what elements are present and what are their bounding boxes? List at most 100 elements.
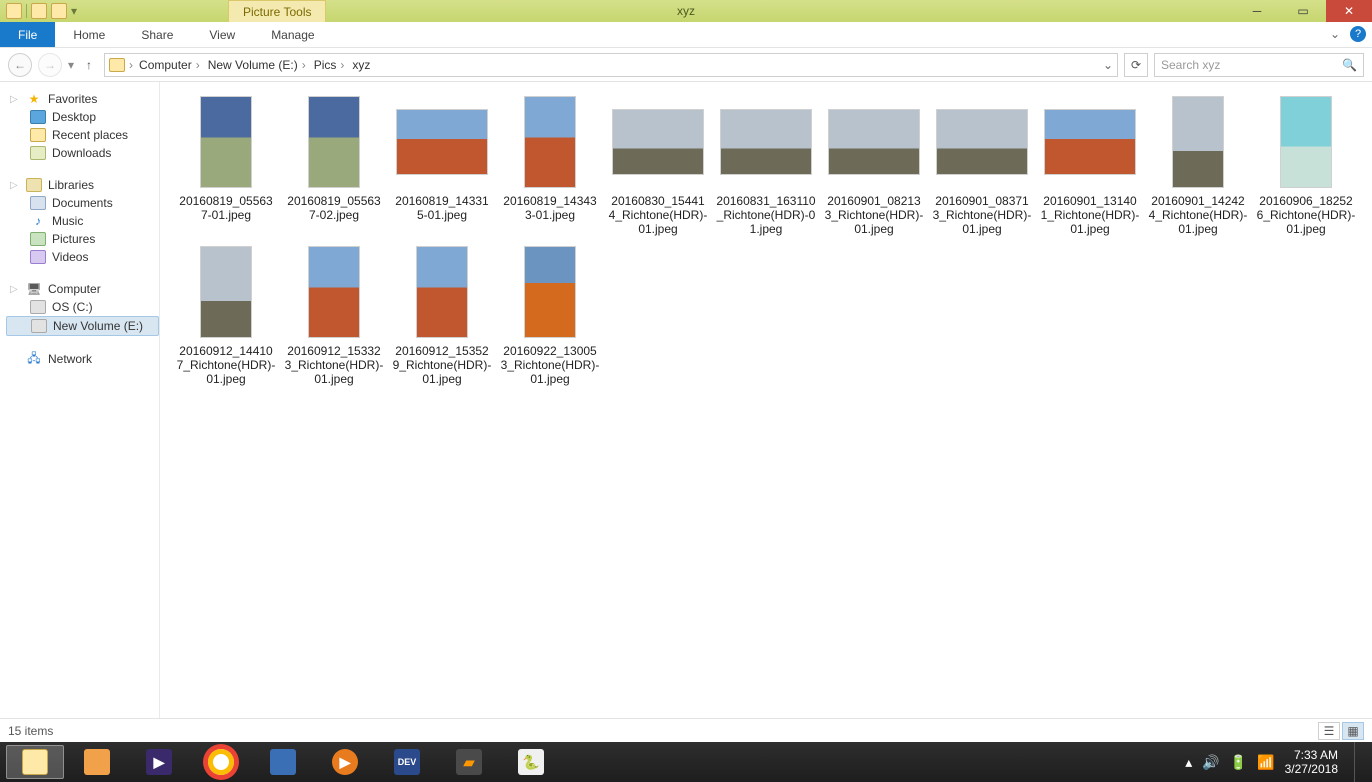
battery-icon[interactable]: 🔋 (1230, 754, 1247, 771)
sidebar-item-pictures[interactable]: Pictures (6, 230, 159, 248)
file-item[interactable]: 20160819_143315-01.jpeg (388, 94, 496, 236)
taskbar-sublime[interactable]: ▰ (440, 745, 498, 779)
ribbon-expand-icon[interactable]: ⌄ (1330, 27, 1340, 41)
file-item[interactable]: 20160819_143433-01.jpeg (496, 94, 604, 236)
nav-forward-button[interactable]: → (38, 53, 62, 77)
file-item[interactable]: 20160912_144107_Richtone(HDR)-01.jpeg (172, 244, 280, 386)
sidebar-group-network[interactable]: ▷🖧Network (6, 350, 159, 368)
nav-back-button[interactable]: ← (8, 53, 32, 77)
file-name: 20160819_055637-02.jpeg (280, 194, 388, 222)
help-icon[interactable]: ? (1350, 26, 1366, 42)
sidebar-item-recent[interactable]: Recent places (6, 126, 159, 144)
taskbar-python[interactable]: 🐍 (502, 745, 560, 779)
volume-icon[interactable]: 🔊 (1202, 754, 1219, 771)
folder-icon[interactable] (6, 3, 22, 19)
file-item[interactable]: 20160901_082133_Richtone(HDR)-01.jpeg (820, 94, 928, 236)
sidebar-group-computer[interactable]: ▷🖥Computer (6, 280, 159, 298)
maximize-button[interactable]: ▭ (1280, 0, 1326, 22)
file-name: 20160831_163110_Richtone(HDR)-01.jpeg (712, 194, 820, 236)
tab-view[interactable]: View (191, 22, 253, 47)
sidebar-item-drive-c[interactable]: OS (C:) (6, 298, 159, 316)
close-button[interactable]: ✕ (1326, 0, 1372, 22)
breadcrumb[interactable]: xyz (350, 58, 372, 72)
wifi-icon[interactable]: 📶 (1257, 754, 1274, 771)
file-thumbnail (178, 244, 274, 340)
properties-icon[interactable] (31, 3, 47, 19)
file-thumbnail (286, 244, 382, 340)
nav-up-button[interactable]: ↑ (80, 58, 98, 72)
item-count: 15 items (8, 724, 53, 738)
sidebar-group-libraries[interactable]: ▷Libraries (6, 176, 159, 194)
separator (26, 4, 27, 18)
file-thumbnail (1258, 94, 1354, 190)
refresh-button[interactable]: ⟳ (1124, 53, 1148, 77)
sidebar-item-documents[interactable]: Documents (6, 194, 159, 212)
taskbar-wmp[interactable]: ▶ (316, 745, 374, 779)
file-thumbnail (502, 94, 598, 190)
file-name: 20160912_144107_Richtone(HDR)-01.jpeg (172, 344, 280, 386)
file-item[interactable]: 20160912_153529_Richtone(HDR)-01.jpeg (388, 244, 496, 386)
taskbar-chrome[interactable] (192, 745, 250, 779)
drive-icon (31, 319, 47, 333)
search-box[interactable]: 🔍 (1154, 53, 1364, 77)
file-item[interactable]: 20160830_154414_Richtone(HDR)-01.jpeg (604, 94, 712, 236)
file-item[interactable]: 20160912_153323_Richtone(HDR)-01.jpeg (280, 244, 388, 386)
tab-manage[interactable]: Manage (253, 22, 332, 47)
tab-home[interactable]: Home (55, 22, 123, 47)
pictures-icon (30, 232, 46, 246)
system-tray: ▴ 🔊 🔋 📶 7:33 AM 3/27/2018 (1185, 742, 1366, 782)
tray-overflow-icon[interactable]: ▴ (1185, 754, 1192, 771)
file-grid: 20160819_055637-01.jpeg20160819_055637-0… (172, 94, 1364, 386)
view-details-button[interactable]: ☰ (1318, 722, 1340, 740)
new-folder-icon[interactable] (51, 3, 67, 19)
libraries-icon (26, 178, 42, 192)
file-item[interactable]: 20160831_163110_Richtone(HDR)-01.jpeg (712, 94, 820, 236)
file-item[interactable]: 20160922_130053_Richtone(HDR)-01.jpeg (496, 244, 604, 386)
file-item[interactable]: 20160819_055637-01.jpeg (172, 94, 280, 236)
history-dropdown-icon[interactable]: ▾ (68, 58, 74, 72)
sidebar-item-drive-e[interactable]: New Volume (E:) (6, 316, 159, 336)
taskbar-devcpp[interactable]: DEV (378, 745, 436, 779)
taskbar-media-player[interactable]: ▶ (130, 745, 188, 779)
taskbar-calculator[interactable] (254, 745, 312, 779)
tab-share[interactable]: Share (123, 22, 191, 47)
file-item[interactable]: 20160901_131401_Richtone(HDR)-01.jpeg (1036, 94, 1144, 236)
show-desktop-button[interactable] (1354, 742, 1362, 782)
window-title: xyz (677, 4, 695, 18)
file-thumbnail (718, 94, 814, 190)
address-dropdown-icon[interactable]: ⌄ (1103, 58, 1113, 72)
search-input[interactable] (1161, 58, 1342, 72)
drive-icon (30, 300, 46, 314)
sidebar-item-desktop[interactable]: Desktop (6, 108, 159, 126)
view-large-icons-button[interactable]: ▦ (1342, 722, 1364, 740)
window-controls: ─ ▭ ✕ (1234, 0, 1372, 22)
file-item[interactable]: 20160901_142424_Richtone(HDR)-01.jpeg (1144, 94, 1252, 236)
file-pane[interactable]: 20160819_055637-01.jpeg20160819_055637-0… (160, 82, 1372, 718)
sidebar-group-favorites[interactable]: ▷★Favorites (6, 90, 159, 108)
search-icon[interactable]: 🔍 (1342, 58, 1357, 72)
breadcrumb[interactable]: Pics› (312, 58, 347, 72)
file-item[interactable]: 20160819_055637-02.jpeg (280, 94, 388, 236)
music-icon: ♪ (30, 214, 46, 228)
minimize-button[interactable]: ─ (1234, 0, 1280, 22)
sidebar-item-downloads[interactable]: Downloads (6, 144, 159, 162)
tab-file[interactable]: File (0, 22, 55, 47)
picture-tools-tab[interactable]: Picture Tools (228, 0, 326, 22)
breadcrumb[interactable]: New Volume (E:)› (206, 58, 308, 72)
clock[interactable]: 7:33 AM 3/27/2018 (1285, 748, 1338, 776)
file-name: 20160922_130053_Richtone(HDR)-01.jpeg (496, 344, 604, 386)
sidebar-item-videos[interactable]: Videos (6, 248, 159, 266)
breadcrumb[interactable]: Computer› (137, 58, 202, 72)
file-item[interactable]: 20160901_083713_Richtone(HDR)-01.jpeg (928, 94, 1036, 236)
file-thumbnail (826, 94, 922, 190)
file-name: 20160901_131401_Richtone(HDR)-01.jpeg (1036, 194, 1144, 236)
taskbar-explorer[interactable] (6, 745, 64, 779)
file-thumbnail (394, 244, 490, 340)
title-bar: ▾ Picture Tools xyz ─ ▭ ✕ (0, 0, 1372, 22)
sidebar-item-music[interactable]: ♪Music (6, 212, 159, 230)
chevron-down-icon[interactable]: ▾ (71, 4, 77, 18)
chevron-right-icon[interactable]: › (129, 58, 133, 72)
file-item[interactable]: 20160906_182526_Richtone(HDR)-01.jpeg (1252, 94, 1360, 236)
taskbar-app-2[interactable] (68, 745, 126, 779)
address-bar[interactable]: › Computer› New Volume (E:)› Pics› xyz ⌄ (104, 53, 1118, 77)
